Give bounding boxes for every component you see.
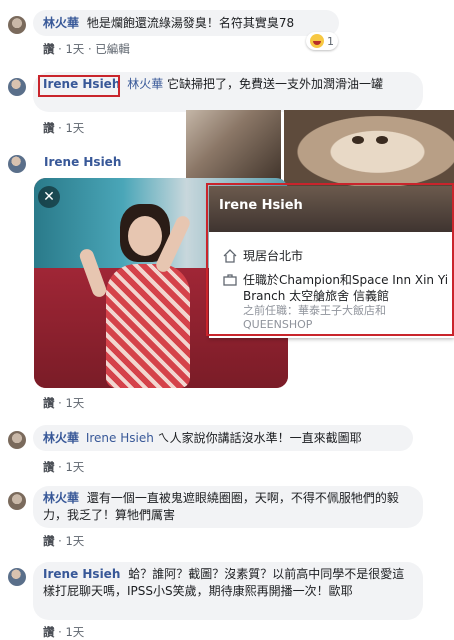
comment-author[interactable]: Irene Hsieh (43, 567, 120, 581)
comment-bubble: 林火華 還有一個一直被鬼遮眼繞圈圈，天啊，不得不佩服牠們的毅力，我乏了！算牠們厲… (33, 486, 423, 528)
mention-link[interactable]: 林火華 (127, 77, 163, 91)
comment-actions: 讚 · 1天 (43, 460, 85, 474)
like-link[interactable]: 讚 (43, 625, 55, 639)
highlight-box (206, 183, 454, 336)
comment-author[interactable]: Irene Hsieh (44, 155, 121, 169)
avatar[interactable] (8, 431, 26, 449)
reaction-summary[interactable]: 1 (306, 32, 338, 50)
highlight-box (38, 75, 120, 97)
comment-text: 還有一個一直被鬼遮眼繞圈圈，天啊，不得不佩服牠們的毅力，我乏了！算牠們厲害 (43, 491, 399, 522)
haha-reaction-icon (310, 34, 324, 48)
cat-photo-2[interactable] (284, 110, 454, 186)
timestamp[interactable]: 1天 (65, 121, 84, 135)
avatar[interactable] (8, 16, 26, 34)
like-link[interactable]: 讚 (43, 460, 55, 474)
mention-link[interactable]: Irene Hsieh (86, 431, 154, 445)
like-link[interactable]: 讚 (43, 121, 55, 135)
comment-actions: 讚 · 1天 (43, 534, 85, 548)
avatar[interactable] (8, 78, 26, 96)
comment-bubble: 林火華 Irene Hsieh ㄟ人家說你講話沒水準！一直來截圖耶 (33, 425, 413, 451)
timestamp[interactable]: 1天 (65, 625, 84, 639)
comment-author[interactable]: 林火華 (43, 431, 79, 445)
timestamp[interactable]: 1天 (65, 534, 84, 548)
comment-bubble: 林火華 牠是爛飽還流綠湯發臭！名符其實臭78 (33, 10, 339, 36)
comment-actions: 讚 · 1天 (43, 625, 85, 639)
avatar[interactable] (8, 155, 26, 173)
timestamp[interactable]: 1天 (65, 396, 84, 410)
comment-actions: 讚 · 1天 · 已編輯 (43, 42, 130, 56)
avatar[interactable] (8, 568, 26, 586)
timestamp[interactable]: 1天 (65, 42, 84, 56)
comment-text: 它缺掃把了，免費送一支外加潤滑油一罐 (167, 77, 384, 91)
comment-text: 牠是爛飽還流綠湯發臭！名符其實臭78 (86, 16, 295, 30)
comment-actions: 讚 · 1天 (43, 396, 85, 410)
like-link[interactable]: 讚 (43, 534, 55, 548)
like-link[interactable]: 讚 (43, 396, 55, 410)
comment-actions: 讚 · 1天 (43, 121, 85, 135)
cat-photo-1[interactable] (186, 110, 281, 186)
like-link[interactable]: 讚 (43, 42, 55, 56)
comment-bubble: Irene Hsieh 蛤？誰阿？截圖？沒素質？以前高中同學不是很愛這樣打屁聊天… (33, 562, 423, 620)
edited-label[interactable]: 已編輯 (95, 42, 130, 56)
comment-author[interactable]: 林火華 (43, 16, 79, 30)
reaction-count: 1 (327, 34, 334, 48)
close-icon[interactable]: ✕ (38, 186, 60, 208)
timestamp[interactable]: 1天 (65, 460, 84, 474)
comment-author[interactable]: 林火華 (43, 491, 79, 505)
avatar[interactable] (8, 492, 26, 510)
comment-text: ㄟ人家說你講話沒水準！一直來截圖耶 (157, 431, 362, 445)
